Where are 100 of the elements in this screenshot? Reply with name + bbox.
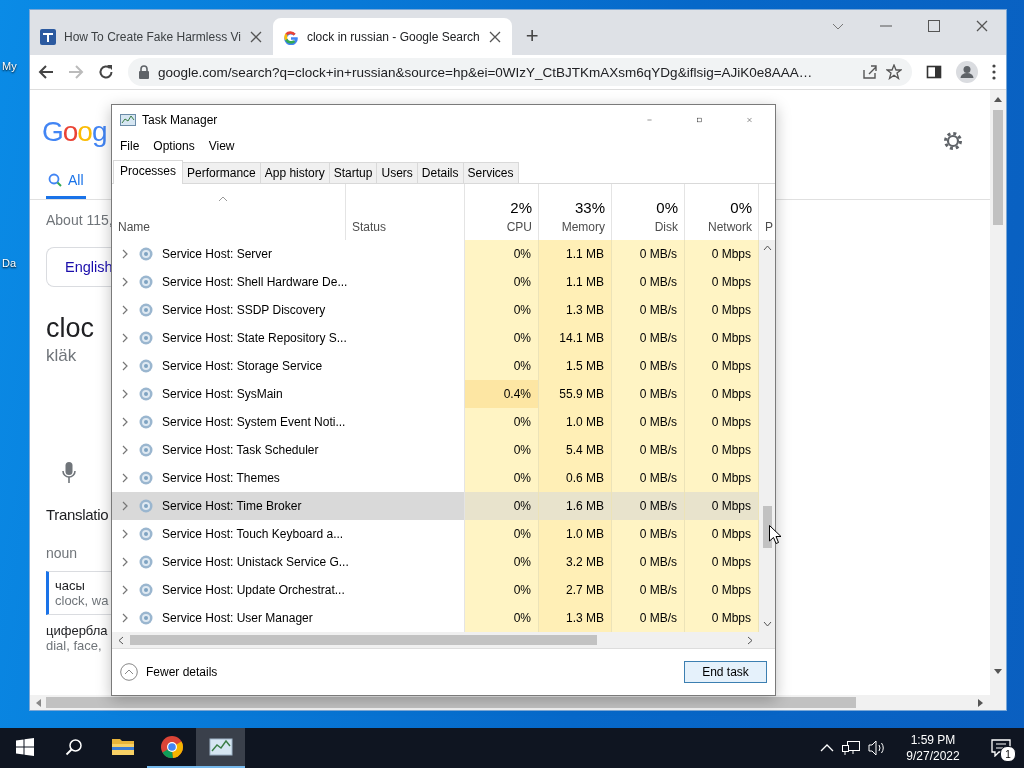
tab[interactable]: Startup xyxy=(328,162,378,183)
close-icon[interactable] xyxy=(975,19,989,33)
translation-term: цифербла xyxy=(46,623,108,638)
browser-tab[interactable]: clock in russian - Google Search xyxy=(272,18,512,55)
expand-icon[interactable] xyxy=(120,304,130,316)
expand-icon[interactable] xyxy=(120,528,130,540)
maximize-icon[interactable] xyxy=(927,19,941,33)
process-row[interactable]: Service Host: Unistack Service G... 0% 3.2 MB 0 MB/s 0 Mbps xyxy=(112,548,759,576)
scroll-right-icon[interactable] xyxy=(747,635,753,645)
clock-date[interactable]: 9/27/2022 xyxy=(906,749,960,763)
scroll-up-icon[interactable] xyxy=(994,96,1002,102)
share-icon[interactable] xyxy=(862,64,878,80)
start-icon[interactable] xyxy=(15,738,34,756)
reload-icon[interactable] xyxy=(98,64,114,80)
column-header[interactable]: CPU xyxy=(506,220,532,234)
column-header[interactable]: Network xyxy=(708,220,752,234)
column-header[interactable]: Status xyxy=(352,220,387,234)
scroll-up-icon[interactable] xyxy=(762,245,772,251)
process-row[interactable]: Service Host: SysMain 0.4% 55.9 MB 0 MB/s 0 Mbps xyxy=(112,380,759,408)
address-bar[interactable]: google.com/search?q=clock+in+russian&source=hp&ei=0WIzY_CtBJTKmAXsm6qYDg&iflsig=AJiK0e8AAA… xyxy=(128,58,912,86)
tab[interactable]: Users xyxy=(376,162,418,183)
menu-item[interactable]: File xyxy=(120,139,140,153)
process-row[interactable]: Service Host: Server 0% 1.1 MB 0 MB/s 0 Mbps xyxy=(112,240,759,268)
expand-icon[interactable] xyxy=(120,248,130,260)
vertical-scrollbar[interactable] xyxy=(990,90,1006,695)
search-icon xyxy=(48,173,62,187)
column-header[interactable]: Disk xyxy=(654,220,678,234)
fewer-details-link[interactable]: Fewer details xyxy=(146,665,218,679)
clock-time[interactable]: 1:59 PM xyxy=(910,733,956,747)
horizontal-scrollbar[interactable] xyxy=(112,632,775,648)
close-icon[interactable] xyxy=(248,29,263,44)
process-row[interactable]: Service Host: System Event Noti... 0% 1.0 MB 0 MB/s 0 Mbps xyxy=(112,408,759,436)
settings-icon[interactable] xyxy=(942,130,964,152)
column-header[interactable]: Memory xyxy=(561,220,605,234)
column-header[interactable]: P xyxy=(765,220,773,234)
gear-icon xyxy=(138,302,154,318)
google-logo: Goog xyxy=(42,116,107,148)
expand-icon[interactable] xyxy=(120,444,130,456)
process-row[interactable]: Service Host: Task Scheduler 0% 5.4 MB 0 MB/s 0 Mbps xyxy=(112,436,759,464)
process-row[interactable]: Service Host: Time Broker 0% 1.6 MB 0 MB/s 0 Mbps xyxy=(112,492,759,520)
tab[interactable]: Services xyxy=(462,162,519,183)
result-stats: About 115, xyxy=(46,212,113,228)
expand-icon[interactable] xyxy=(120,388,130,400)
expand-icon[interactable] xyxy=(120,556,130,568)
search-icon[interactable] xyxy=(64,738,83,756)
side-panel-icon[interactable] xyxy=(926,64,942,80)
desktop-icon-label[interactable]: Da xyxy=(2,257,17,269)
expand-icon[interactable] xyxy=(120,360,130,372)
column-header[interactable]: Name xyxy=(118,220,150,234)
tab[interactable]: Processes xyxy=(113,160,184,184)
desktop-icon-label[interactable]: My xyxy=(2,60,17,72)
expand-icon[interactable] xyxy=(120,612,130,624)
expand-icon[interactable] xyxy=(120,416,130,428)
scrollbar-thumb[interactable] xyxy=(762,506,772,548)
star-icon[interactable] xyxy=(886,64,902,80)
scrollbar-thumb[interactable] xyxy=(993,110,1003,225)
tab[interactable]: App history xyxy=(259,162,330,183)
browser-tab[interactable]: How To Create Fake Harmless Vi xyxy=(30,18,273,55)
process-row[interactable]: Service Host: SSDP Discovery 0% 1.3 MB 0 MB/s 0 Mbps xyxy=(112,296,759,324)
expand-icon[interactable] xyxy=(120,472,130,484)
menu-item[interactable]: Options xyxy=(153,139,195,153)
process-row[interactable]: Service Host: User Manager 0% 1.3 MB 0 MB/s 0 Mbps xyxy=(112,604,759,632)
process-row[interactable]: Service Host: Update Orchestrat... 0% 2.7 MB 0 MB/s 0 Mbps xyxy=(112,576,759,604)
process-row[interactable]: Service Host: Themes 0% 0.6 MB 0 MB/s 0 Mbps xyxy=(112,464,759,492)
process-name: Service Host: Storage Service xyxy=(162,359,323,373)
horizontal-scrollbar[interactable] xyxy=(30,695,1006,710)
scroll-left-icon[interactable] xyxy=(35,698,41,707)
notification-icon[interactable] xyxy=(991,739,1011,757)
expand-icon[interactable] xyxy=(120,276,130,288)
expand-icon[interactable] xyxy=(120,332,130,344)
scroll-right-icon[interactable] xyxy=(978,698,984,707)
process-row[interactable]: Service Host: State Repository S... 0% 14.1 MB 0 MB/s 0 Mbps xyxy=(112,324,759,352)
close-icon[interactable] xyxy=(487,29,502,44)
expand-icon[interactable] xyxy=(120,584,130,596)
tab[interactable]: Performance xyxy=(182,162,261,183)
table-cell: 0 Mbps xyxy=(685,436,759,464)
process-row[interactable]: Service Host: Shell Hardware De... 0% 1.1 MB 0 MB/s 0 Mbps xyxy=(112,268,759,296)
expand-icon[interactable] xyxy=(120,500,130,512)
scrollbar-thumb[interactable] xyxy=(130,635,597,645)
taskbar-app[interactable] xyxy=(196,728,245,768)
tab[interactable]: Details xyxy=(416,162,464,183)
process-row[interactable]: Service Host: Touch Keyboard a... 0% 1.0 MB 0 MB/s 0 Mbps xyxy=(112,520,759,548)
process-row[interactable]: Service Host: Storage Service 0% 1.5 MB 0 MB/s 0 Mbps xyxy=(112,352,759,380)
scroll-down-icon[interactable] xyxy=(762,621,772,627)
scroll-down-icon[interactable] xyxy=(994,669,1002,675)
collapse-icon[interactable] xyxy=(120,663,138,681)
microphone-icon[interactable] xyxy=(62,462,76,484)
new-tab-button[interactable]: + xyxy=(519,23,545,49)
back-icon[interactable] xyxy=(38,64,54,80)
vertical-scrollbar[interactable] xyxy=(759,240,775,632)
scroll-left-icon[interactable] xyxy=(118,635,124,645)
menu-item[interactable]: View xyxy=(208,139,235,153)
chevron-up-icon[interactable] xyxy=(820,744,834,752)
more-menu-icon[interactable] xyxy=(992,64,996,80)
process-name: Service Host: State Repository S... xyxy=(162,331,347,345)
profile-icon[interactable] xyxy=(956,61,978,83)
volume-icon[interactable] xyxy=(868,740,886,756)
network-icon[interactable] xyxy=(842,740,860,756)
end-task-button[interactable]: End task xyxy=(684,661,767,683)
scrollbar-thumb[interactable] xyxy=(46,697,856,708)
